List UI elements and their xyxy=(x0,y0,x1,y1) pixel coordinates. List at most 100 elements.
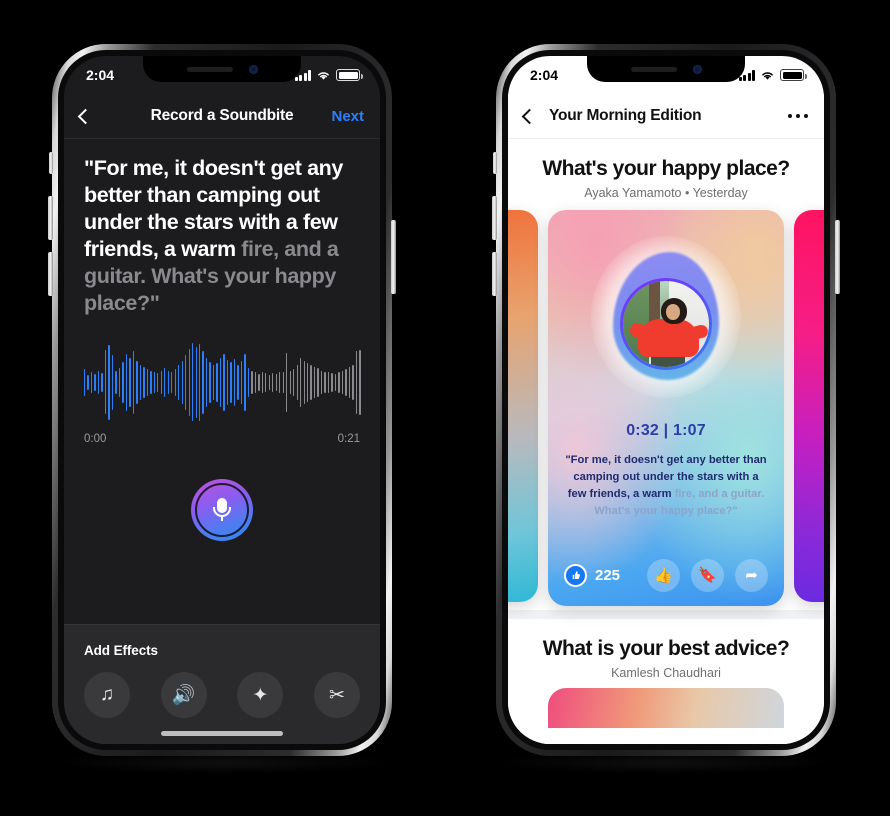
waveform-bar xyxy=(244,354,246,411)
waveform-bar xyxy=(247,367,250,398)
waveform-bar xyxy=(143,366,145,399)
earpiece-speaker-icon xyxy=(186,66,233,72)
status-time: 2:04 xyxy=(86,67,115,83)
share-button[interactable]: ➦ xyxy=(735,558,768,592)
next-card-peek[interactable] xyxy=(548,688,784,728)
post-header: What's your happy place? Ayaka Yamamoto … xyxy=(508,139,824,210)
avatar-zone xyxy=(548,210,784,422)
waveform-bar xyxy=(300,358,302,407)
waveform-bar xyxy=(275,373,277,392)
page-title: Your Morning Edition xyxy=(549,107,702,124)
waveform-bar xyxy=(282,372,284,393)
volume-down-button[interactable] xyxy=(48,252,53,296)
battery-icon xyxy=(780,69,807,81)
waveform-bar xyxy=(324,371,326,394)
add-effects-panel: Add Effects ♫ 🔊 ✦ ✂ xyxy=(64,624,380,744)
waveform-bar xyxy=(115,370,117,395)
waveform-bar xyxy=(254,372,257,393)
waveform-bar xyxy=(268,374,270,391)
silent-switch[interactable] xyxy=(493,152,497,174)
soundbite-carousel[interactable]: 0:32 | 1:07 "For me, it doesn't get any … xyxy=(508,210,824,610)
avatar[interactable] xyxy=(620,278,712,370)
card-action-buttons: 👍 🔖 ➦ xyxy=(647,558,768,592)
volume-up-button[interactable] xyxy=(492,196,497,240)
trim-scissors-icon[interactable]: ✂ xyxy=(313,672,360,718)
waveform-bar xyxy=(205,358,208,407)
sound-effects-icon[interactable]: 🔊 xyxy=(160,672,207,718)
waveform-bar xyxy=(122,362,124,403)
feed[interactable]: What's your happy place? Ayaka Yamamoto … xyxy=(508,139,824,744)
sparkles-icon[interactable]: ✦ xyxy=(237,672,284,718)
soundbite-card[interactable]: 0:32 | 1:07 "For me, it doesn't get any … xyxy=(548,210,784,606)
waveform-bar xyxy=(293,369,295,396)
volume-up-button[interactable] xyxy=(48,196,53,240)
next-button[interactable]: Next xyxy=(331,108,364,125)
waveform-bar xyxy=(125,353,128,412)
waveform-bar xyxy=(160,370,162,395)
waveform-bar xyxy=(352,364,354,401)
time-start: 0:00 xyxy=(84,433,107,446)
time-end: 0:21 xyxy=(337,433,360,446)
waveform-bar xyxy=(331,373,333,392)
card-actions: 225 👍 🔖 ➦ xyxy=(548,544,784,606)
like-count: 225 xyxy=(595,566,621,584)
post-title: What's your happy place? xyxy=(542,157,790,180)
waveform-bar xyxy=(223,353,225,412)
waveform-bar xyxy=(97,370,100,395)
waveform-bar xyxy=(164,368,166,397)
effects-row: ♫ 🔊 ✦ ✂ xyxy=(84,672,360,718)
carousel-card-previous[interactable] xyxy=(508,210,538,602)
waveform-bar xyxy=(195,346,197,419)
silent-switch[interactable] xyxy=(49,152,53,174)
battery-icon xyxy=(336,69,363,81)
waveform-panel: 0:00 0:21 xyxy=(64,317,380,445)
screenshot-stage: 2:04 Record a Soundbite Next "For me, it… xyxy=(0,0,890,816)
wifi-icon xyxy=(318,71,329,80)
waveform-bar xyxy=(104,350,107,415)
volume-down-button[interactable] xyxy=(492,252,497,296)
waveform-bar xyxy=(129,358,131,407)
waveform-bar xyxy=(317,368,319,397)
waveform-bar xyxy=(345,369,347,396)
record-area xyxy=(64,445,380,542)
notch xyxy=(587,56,745,82)
waveform-bar xyxy=(111,355,114,410)
waveform-bar xyxy=(150,370,152,395)
waveform-bar xyxy=(341,370,344,395)
reaction-summary[interactable]: 225 xyxy=(564,563,621,587)
save-bookmark-button[interactable]: 🔖 xyxy=(691,558,724,592)
chevron-left-icon[interactable] xyxy=(521,108,538,124)
waveform-bar xyxy=(338,372,340,393)
waveform-bar xyxy=(132,351,135,414)
waveform-bar xyxy=(139,364,142,401)
chevron-left-icon[interactable] xyxy=(77,108,94,124)
waveform-bar xyxy=(359,349,361,416)
like-button[interactable]: 👍 xyxy=(647,558,680,592)
waveform-bar xyxy=(355,351,358,414)
card-quote: "For me, it doesn't get any better than … xyxy=(548,440,784,520)
record-button[interactable] xyxy=(191,479,253,542)
waveform-bar xyxy=(216,362,218,402)
waveform-bar xyxy=(240,361,243,404)
music-note-icon[interactable]: ♫ xyxy=(84,672,130,718)
waveform-bar xyxy=(146,369,149,396)
waveform-bar xyxy=(167,370,169,395)
more-options-icon[interactable] xyxy=(787,113,808,119)
left-screen: 2:04 Record a Soundbite Next "For me, it… xyxy=(64,56,380,744)
power-button[interactable] xyxy=(835,220,840,294)
audio-waveform[interactable] xyxy=(84,339,361,425)
post-meta: Ayaka Yamamoto • Yesterday xyxy=(584,186,748,200)
waveform-bar xyxy=(307,362,309,402)
feed-divider xyxy=(508,610,824,619)
home-indicator[interactable] xyxy=(161,731,283,736)
carousel-card-next[interactable] xyxy=(794,210,824,602)
waveform-bar xyxy=(296,364,298,401)
waveform-bar xyxy=(209,362,211,403)
waveform-bar xyxy=(279,371,281,394)
power-button[interactable] xyxy=(391,220,396,294)
waveform-bar xyxy=(198,344,201,421)
post-meta-2: Kamlesh Chaudhari xyxy=(611,666,721,680)
waveform-bar xyxy=(313,366,316,399)
waveform-bar xyxy=(251,370,253,395)
status-time: 2:04 xyxy=(530,67,559,83)
